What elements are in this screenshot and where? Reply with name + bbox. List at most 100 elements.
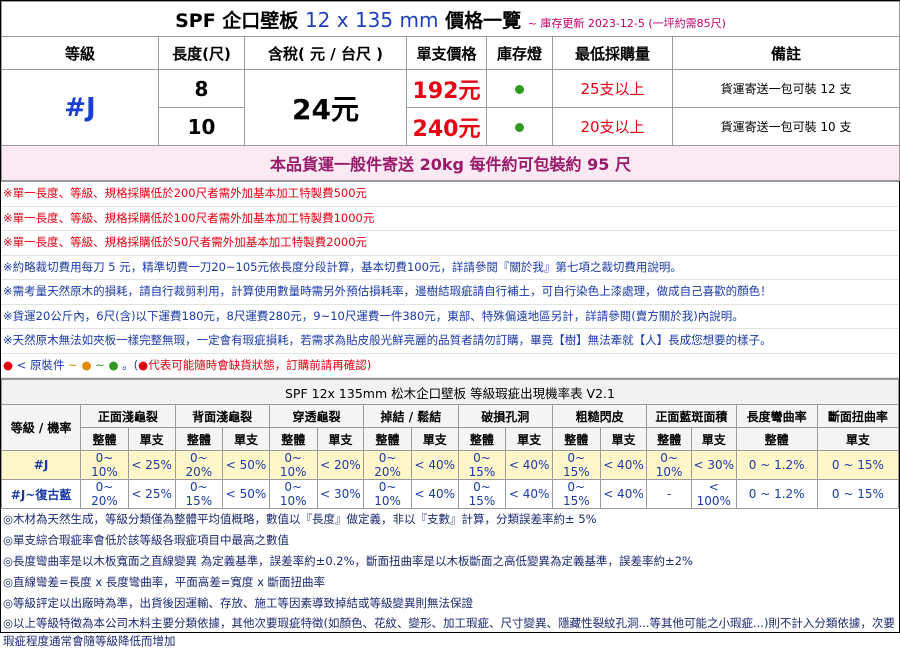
sub-header-single: 單支 <box>505 427 553 451</box>
group-header: 破損孔洞 <box>457 404 553 428</box>
min-qty-cell: 25支以上 <box>552 69 673 108</box>
sub-header-single: 單支 <box>816 427 900 451</box>
unit-price-cell: 240元 <box>406 107 487 146</box>
rate-cell: 0~ 10% <box>646 450 692 480</box>
rate-cell: 0~ 20% <box>363 450 412 480</box>
footnotes-block: ◎木材為天然生成，等級分類僅為整體平均值概略，數值以『長度』做定義，非以『支數』… <box>1 509 899 650</box>
sub-header-single: 單支 <box>127 427 176 451</box>
page-title: SPF 企口壁板 12 x 135 mm 價格一覽 ~ 庫存更新 2023-12… <box>0 1 900 37</box>
rate-cell: 0~ 15% <box>551 450 601 480</box>
rate-cell: 0~ 15% <box>551 479 601 509</box>
rate-cell: 0~ 10% <box>268 479 318 509</box>
stock-legend: ● < 原裝件 ~ ● ~ ● 。(●代表可能隨時會缺貨狀態，訂購前請再確認) <box>1 354 899 378</box>
sub-header-whole: 整體 <box>363 427 412 451</box>
note-line: ※天然原木無法如夾板一樣完整無瑕，一定會有瑕疵損耗，若需求為貼皮般光鮮亮麗的品質… <box>1 329 899 354</box>
rate-cell: < 40% <box>410 450 459 480</box>
legend-tilde: ~ <box>68 357 78 372</box>
rate-cell: - <box>646 479 692 509</box>
col-header-unit-price: 單支價格 <box>406 36 487 70</box>
min-qty-cell: 20支以上 <box>552 107 673 146</box>
rate-cell: 0~ 15% <box>457 450 507 480</box>
sub-header-whole: 整體 <box>457 427 507 451</box>
note-line: ※單一長度、等級、規格採購低於50尺者需外加基本加工特製費2000元 <box>1 231 899 256</box>
legend-notice-open: 。( <box>122 357 139 372</box>
note-line: ※需考量天然原木的損耗，請自行裁剪利用，計算使用數量時需另外預估損耗率，邊樹結瑕… <box>1 280 899 305</box>
group-header: 掉結 / 鬆結 <box>363 404 459 428</box>
price-sheet: SPF 企口壁板 12 x 135 mm 價格一覽 ~ 庫存更新 2023-12… <box>0 0 900 648</box>
rate-cell: < 40% <box>505 479 553 509</box>
sub-header-single: 單支 <box>316 427 365 451</box>
legend-intro: < 原裝件 <box>16 357 65 372</box>
footnote: ◎長度彎曲率是以木板寬面之直線變異 為定義基準，誤差率約±0.2%，斷面扭曲率是… <box>3 554 693 568</box>
rate-cell: < 50% <box>222 479 270 509</box>
rate-cell: 0~ 10% <box>268 450 318 480</box>
footnote: ◎直線彎差=長度 x 長度彎曲率，平面高差=寬度 x 斷面扭曲率 <box>3 575 326 589</box>
sub-header-whole: 整體 <box>646 427 692 451</box>
stock-dot-icon <box>515 123 524 132</box>
rate-cell: < 40% <box>599 450 648 480</box>
sub-header-single: 單支 <box>410 427 459 451</box>
rate-cell: < 30% <box>690 450 737 480</box>
note-line: ※單一長度、等級、規格採購低於200尺者需外加基本加工特製費500元 <box>1 182 899 207</box>
red-dot-icon: ● <box>3 357 14 372</box>
col-header-grade: 等級 <box>1 36 159 70</box>
legend-tilde: ~ <box>95 357 105 372</box>
rate-cell: 0~ 15% <box>457 479 507 509</box>
rate-cell: < 20% <box>316 450 365 480</box>
col-header-tax-price: 含稅( 元 / 台尺 ) <box>244 36 407 70</box>
footnote: ◎等級評定以出廠時為準，出貨後因運輸、存放、施工等因素導致掉結或等級變異則無法保… <box>3 596 474 610</box>
note-line: ※單一長度、等級、規格採購低於100尺者需外加基本加工特製費1000元 <box>1 207 899 231</box>
green-dot-icon: ● <box>108 357 119 372</box>
table-row: #J 8 24元 192元 25支以上 貨運寄送一包可裝 12 支 <box>1 69 900 146</box>
row-label: #J <box>0 450 82 480</box>
footnote: ◎木材為天然生成，等級分類僅為整體平均值概略，數值以『長度』做定義，非以『支數』… <box>3 512 597 526</box>
rate-cell: 0 ~ 15% <box>816 479 900 509</box>
notes-block: ※單一長度、等級、規格採購低於200尺者需外加基本加工特製費500元 ※單一長度… <box>1 181 899 378</box>
footnote: ◎單支綜合瑕疵率會低於該等級各瑕疵項目中最高之數值 <box>3 533 290 547</box>
col-header-min-qty: 最低採購量 <box>552 36 673 70</box>
rate-cell: < 30% <box>316 479 365 509</box>
sub-header-single: 單支 <box>599 427 648 451</box>
col-header-remark: 備註 <box>671 36 900 70</box>
update-note: ~ 庫存更新 2023-12-5 (一坪約需85尺) <box>527 16 726 30</box>
col-header-stock-light: 庫存燈 <box>486 36 553 70</box>
rate-cell: < 40% <box>410 479 459 509</box>
sub-header-single: 單支 <box>690 427 737 451</box>
legend-notice: 代表可能隨時會缺貨狀態，訂購前請再確認) <box>148 357 372 372</box>
table-row: #J 0~ 10% < 25% 0~ 20% < 50% 0~ 10% < 20… <box>0 450 900 480</box>
stock-light-cell <box>486 69 553 108</box>
red-dot-icon: ● <box>138 357 149 372</box>
group-header: 穿透龜裂 <box>268 404 365 428</box>
sub-header-single: 單支 <box>222 427 270 451</box>
defect-table-title: SPF 12x 135mm 松木企口壁板 等級瑕疵出現機率表 V2.1 <box>1 378 899 405</box>
unit-price-cell: 192元 <box>406 69 487 108</box>
col-header-length: 長度(尺) <box>158 36 245 70</box>
sub-header-whole: 整體 <box>80 427 129 451</box>
title-size: 12 x 135 mm <box>304 7 439 32</box>
rate-cell: 0 ~ 1.2% <box>735 450 818 480</box>
note-line: ※約略裁切費用每刀 5 元，精準切費一刀20~105元依長度分段計算，基本切費1… <box>1 256 899 280</box>
stock-dot-icon <box>515 85 524 94</box>
rate-cell: < 50% <box>222 450 270 480</box>
rate-cell: 0~ 15% <box>174 479 224 509</box>
row-label: #J~復古藍 <box>0 479 82 509</box>
rate-cell: < 40% <box>599 479 648 509</box>
shipping-note: 本品貨運一般件寄送 20kg 每件約可包裝約 95 尺 <box>0 145 900 181</box>
rate-cell: 0 ~ 15% <box>816 450 900 480</box>
sub-header-whole: 整體 <box>551 427 601 451</box>
rate-cell: 0 ~ 1.2% <box>735 479 818 509</box>
rate-cell: < 40% <box>505 450 553 480</box>
grade-cell: #J <box>1 69 159 146</box>
sub-header-whole: 整體 <box>735 427 818 451</box>
rate-cell: < 25% <box>127 450 176 480</box>
remark-cell: 貨運寄送一包可裝 10 支 <box>671 107 900 146</box>
length-cell: 10 <box>158 107 245 146</box>
group-header: 粗糙閃皮 <box>551 404 648 428</box>
length-cell: 8 <box>158 69 245 108</box>
rate-cell: 0~ 10% <box>80 450 129 480</box>
sub-header-whole: 整體 <box>268 427 318 451</box>
group-header: 正面藍斑面積 <box>646 404 737 428</box>
title-suffix: 價格一覽 <box>445 9 522 32</box>
defect-table: SPF 12x 135mm 松木企口壁板 等級瑕疵出現機率表 V2.1 等級 /… <box>0 378 900 509</box>
orange-dot-icon: ● <box>81 357 92 372</box>
